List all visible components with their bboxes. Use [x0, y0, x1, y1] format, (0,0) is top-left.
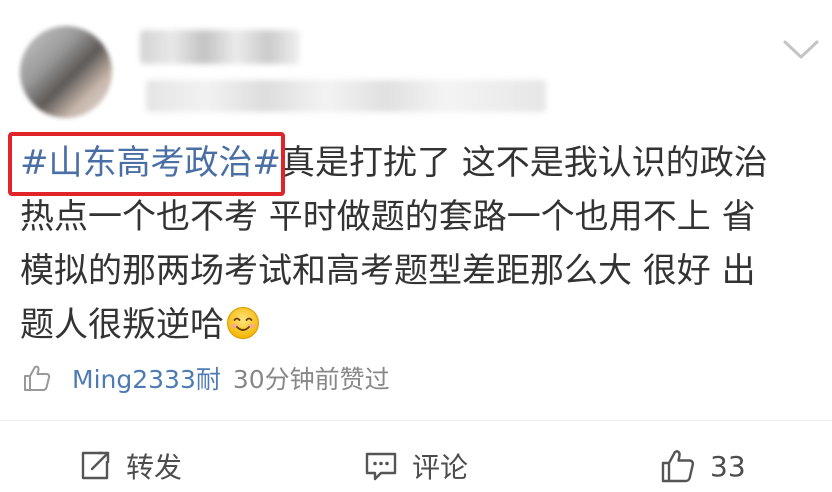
repost-button[interactable]: 转发 — [78, 444, 182, 488]
liker-username-link[interactable]: Ming2333耐 — [72, 360, 221, 396]
topic-tag-link[interactable]: #山东高考政治# — [8, 132, 285, 196]
like-count: 33 — [710, 449, 746, 483]
content-text: 题人很叛逆哈 — [20, 305, 224, 345]
blurred-post-meta — [146, 80, 546, 112]
comment-icon — [365, 452, 397, 481]
repost-label: 转发 — [126, 451, 183, 484]
like-button[interactable]: 33 — [660, 444, 746, 488]
content-line-2: 热点一个也不考 平时做题的套路一个也用不上 省 — [20, 197, 756, 237]
chevron-down-icon[interactable] — [782, 38, 820, 62]
content-line-3: 模拟的那两场考试和高考题型差距那么大 很好 出 — [20, 251, 756, 291]
thumbs-up-icon — [24, 365, 51, 391]
post-content: #山东高考政治#真是打扰了 这不是我认识的政治 热点一个也不考 平时做题的套路一… — [8, 132, 810, 352]
divider — [0, 420, 832, 421]
content-line-4: 题人很叛逆哈 — [20, 298, 810, 352]
liked-by-row: Ming2333耐 30分钟前赞过 — [22, 358, 390, 398]
smiling-face-emoji-icon — [227, 307, 259, 339]
liked-time-note: 30分钟前赞过 — [232, 365, 390, 394]
content-line-1: #山东高考政治#真是打扰了 这不是我认识的政治 — [8, 132, 810, 196]
repost-icon — [81, 451, 110, 480]
blurred-user-name[interactable] — [140, 30, 300, 64]
weibo-post: #山东高考政治#真是打扰了 这不是我认识的政治 热点一个也不考 平时做题的套路一… — [0, 0, 832, 492]
comment-label: 评论 — [412, 451, 469, 484]
like-thumbs-up-icon — [661, 450, 695, 483]
avatar[interactable] — [20, 26, 112, 118]
content-text: 真是打扰了 这不是我认识的政治 — [280, 143, 768, 183]
comment-button[interactable]: 评论 — [364, 444, 468, 488]
